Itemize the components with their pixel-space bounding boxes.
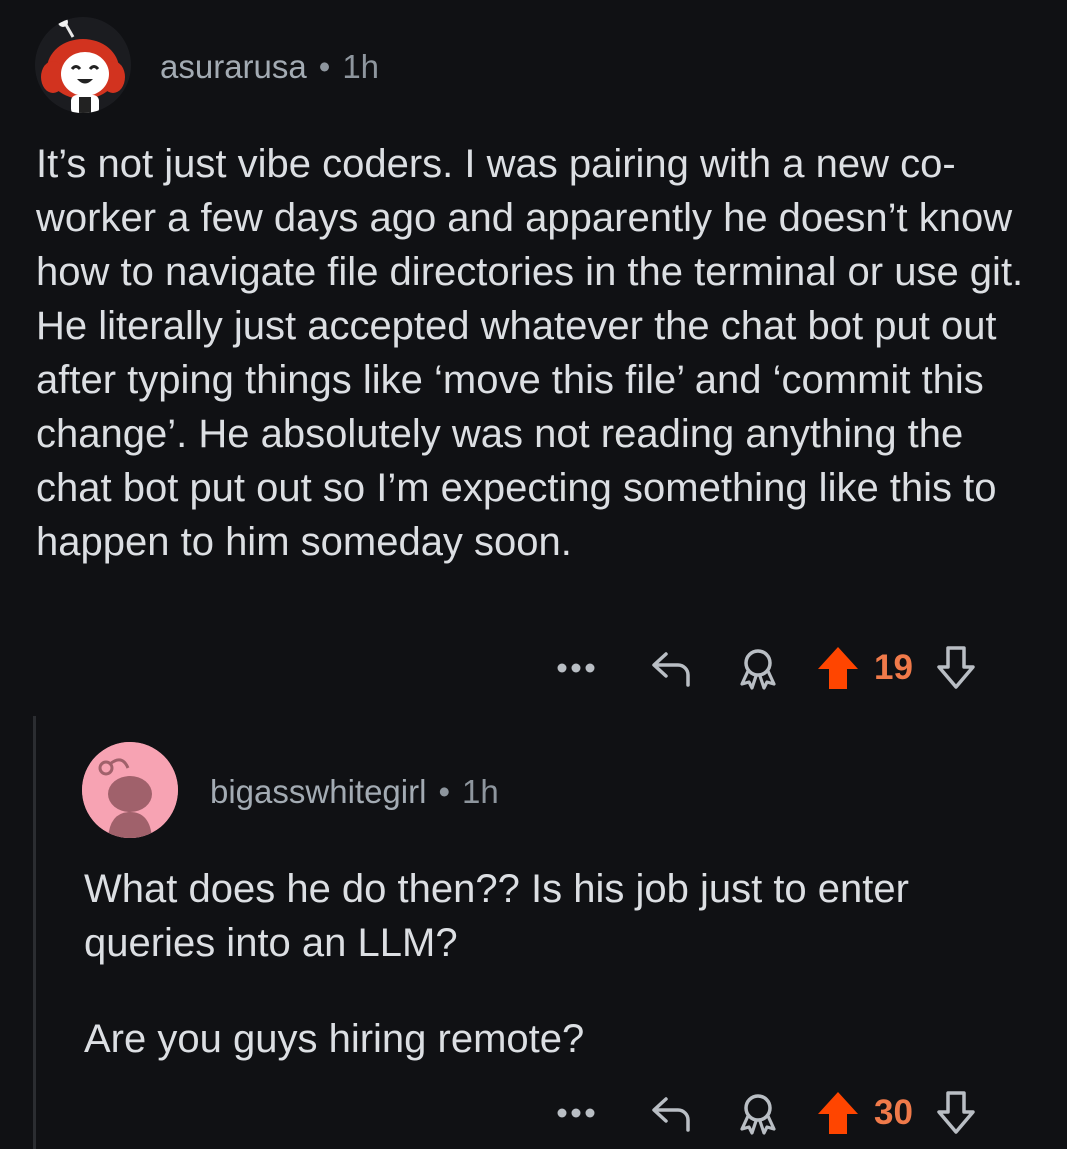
downvote-arrow-icon — [937, 1091, 975, 1134]
comment-text: It’s not just vibe coders. I was pairing… — [36, 142, 1024, 564]
reply-icon — [652, 1097, 690, 1132]
upvote-arrow-icon — [818, 1092, 858, 1134]
vote-score: 19 — [874, 648, 913, 687]
upvote-button[interactable] — [814, 1090, 862, 1136]
comment-body: What does he do then?? Is his job just t… — [84, 862, 1024, 1066]
comment-paragraph: What does he do then?? Is his job just t… — [84, 867, 909, 965]
more-options-button[interactable] — [548, 1107, 604, 1119]
comment-age: 1h — [342, 48, 380, 85]
avatar[interactable] — [35, 17, 131, 113]
downvote-button[interactable] — [932, 1090, 980, 1136]
default-snoo-avatar-icon — [82, 742, 178, 838]
meta-separator: • — [438, 773, 450, 810]
comment-actions: 30 — [548, 1088, 980, 1138]
author-name[interactable]: asurarusa — [160, 48, 307, 85]
avatar[interactable] — [82, 742, 178, 838]
more-options-icon — [557, 1108, 595, 1118]
comment-body: It’s not just vibe coders. I was pairing… — [36, 137, 1046, 569]
comment-age: 1h — [462, 773, 499, 810]
author-name[interactable]: bigasswhitegirl — [210, 773, 426, 810]
thread-line[interactable] — [33, 716, 36, 1149]
reply-button[interactable] — [642, 1093, 702, 1133]
meta-separator: • — [318, 48, 331, 85]
upvote-arrow-icon — [818, 647, 858, 689]
more-options-button[interactable] — [548, 662, 604, 674]
reply-icon — [652, 652, 690, 687]
award-button[interactable] — [732, 646, 784, 690]
award-icon — [740, 1094, 776, 1135]
downvote-button[interactable] — [932, 645, 980, 691]
more-options-icon — [557, 663, 595, 673]
downvote-arrow-icon — [937, 646, 975, 689]
vote-score: 30 — [874, 1093, 913, 1132]
award-button[interactable] — [732, 1091, 784, 1135]
comment-meta: asurarusa • 1h — [160, 48, 379, 86]
reply-button[interactable] — [642, 648, 702, 688]
comment-paragraph: Are you guys hiring remote? — [84, 1017, 585, 1061]
award-icon — [740, 649, 776, 690]
snoo-avatar-icon — [35, 17, 131, 113]
comment-meta: bigasswhitegirl • 1h — [210, 773, 499, 811]
upvote-button[interactable] — [814, 645, 862, 691]
comment-actions: 19 — [548, 643, 980, 693]
